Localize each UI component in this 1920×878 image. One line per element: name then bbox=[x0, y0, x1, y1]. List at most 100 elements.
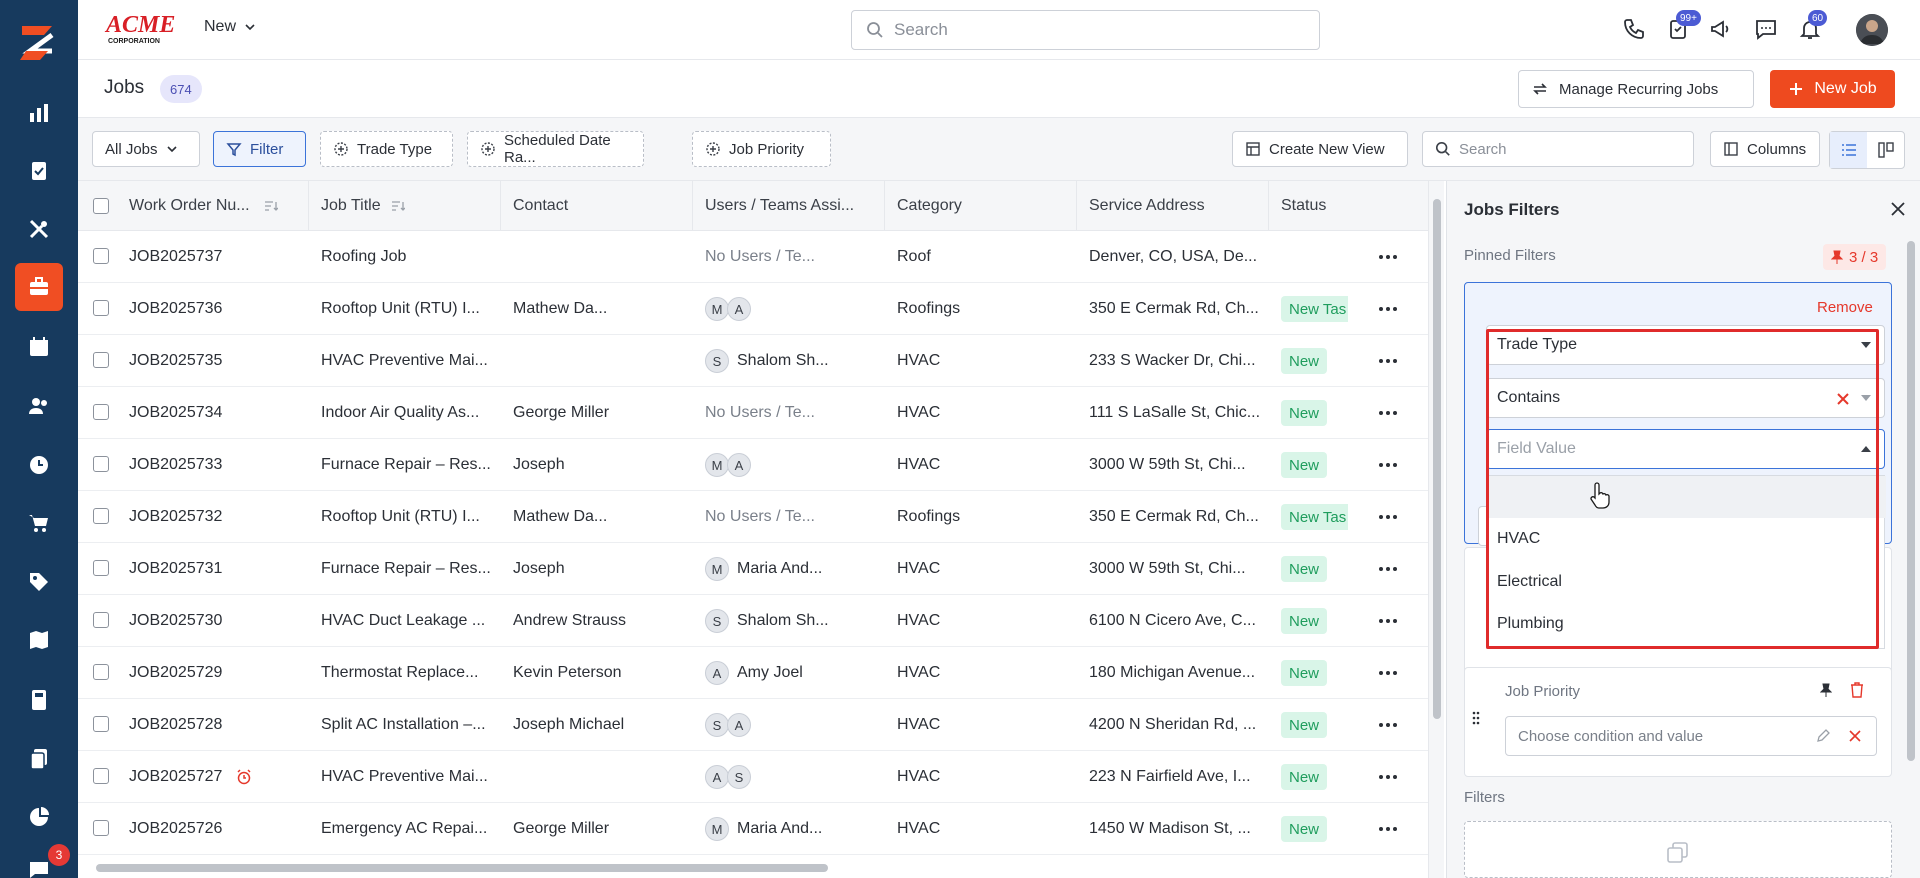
edit-icon[interactable] bbox=[1816, 729, 1830, 743]
work-order-cell[interactable]: JOB2025727 bbox=[129, 751, 309, 803]
job-title-cell[interactable]: Split AC Installation –... bbox=[321, 699, 499, 751]
remove-filter-link[interactable]: Remove bbox=[1817, 299, 1873, 316]
row-checkbox[interactable] bbox=[93, 456, 109, 472]
job-title-cell[interactable]: HVAC Duct Leakage ... bbox=[321, 595, 499, 647]
column-header-status[interactable]: Status bbox=[1269, 181, 1428, 231]
option-electrical[interactable]: Electrical bbox=[1487, 561, 1886, 603]
work-order-cell[interactable]: JOB2025726 bbox=[129, 803, 309, 855]
row-checkbox[interactable] bbox=[93, 248, 109, 264]
user-avatar[interactable] bbox=[1856, 14, 1888, 46]
more-actions-icon[interactable] bbox=[1376, 765, 1400, 789]
option-hvac[interactable]: HVAC bbox=[1487, 518, 1886, 560]
work-order-cell[interactable]: JOB2025732 bbox=[129, 491, 309, 543]
more-actions-icon[interactable] bbox=[1376, 713, 1400, 737]
filter-condition-select[interactable]: Contains bbox=[1486, 378, 1885, 418]
messages-icon[interactable] bbox=[1752, 15, 1780, 43]
column-header-job-title[interactable]: Job Title bbox=[309, 181, 501, 231]
sidebar-item-map[interactable] bbox=[15, 616, 63, 664]
more-actions-icon[interactable] bbox=[1376, 245, 1400, 269]
table-row[interactable]: JOB2025730 HVAC Duct Leakage ... Andrew St… bbox=[78, 595, 1428, 647]
column-header-contact[interactable]: Contact bbox=[501, 181, 693, 231]
global-search-input[interactable]: Search bbox=[851, 10, 1320, 50]
work-order-cell[interactable]: JOB2025729 bbox=[129, 647, 309, 699]
scrollbar-thumb[interactable] bbox=[1433, 199, 1441, 719]
column-header-users[interactable]: Users / Teams Assi... bbox=[693, 181, 885, 231]
board-view-icon[interactable] bbox=[1867, 132, 1904, 168]
sidebar-item-timesheets[interactable] bbox=[15, 441, 63, 489]
column-header-work-order[interactable]: Work Order Nu... bbox=[117, 181, 309, 231]
sidebar-item-estimates[interactable] bbox=[15, 676, 63, 724]
jobs-search-input[interactable]: Search bbox=[1422, 131, 1694, 167]
row-checkbox[interactable] bbox=[93, 768, 109, 784]
job-priority-condition-input[interactable]: Choose condition and value bbox=[1505, 716, 1877, 756]
work-order-cell[interactable]: JOB2025733 bbox=[129, 439, 309, 491]
table-horizontal-scrollbar[interactable] bbox=[96, 864, 828, 872]
sort-icon[interactable] bbox=[391, 200, 405, 212]
table-row[interactable]: JOB2025734 Indoor Air Quality As... George… bbox=[78, 387, 1428, 439]
row-checkbox[interactable] bbox=[93, 716, 109, 732]
sidebar-item-analytics[interactable] bbox=[15, 89, 63, 137]
scheduled-date-filter-chip[interactable]: Scheduled Date Ra... bbox=[467, 131, 644, 167]
job-title-cell[interactable]: Indoor Air Quality As... bbox=[321, 387, 499, 439]
job-title-cell[interactable]: Roofing Job bbox=[321, 231, 499, 283]
sidebar-item-store[interactable] bbox=[15, 499, 63, 547]
more-actions-icon[interactable] bbox=[1376, 505, 1400, 529]
option-empty[interactable] bbox=[1487, 476, 1886, 518]
more-actions-icon[interactable] bbox=[1376, 609, 1400, 633]
job-title-cell[interactable]: Rooftop Unit (RTU) I... bbox=[321, 283, 499, 335]
sidebar-item-reports[interactable] bbox=[15, 793, 63, 841]
job-priority-filter-chip[interactable]: Job Priority bbox=[692, 131, 831, 167]
more-actions-icon[interactable] bbox=[1376, 401, 1400, 425]
table-row[interactable]: JOB2025735 HVAC Preventive Mai... S Shalom … bbox=[78, 335, 1428, 387]
sidebar-item-calendar[interactable] bbox=[15, 323, 63, 371]
filter-field-select[interactable]: Trade Type bbox=[1486, 325, 1885, 365]
row-checkbox[interactable] bbox=[93, 560, 109, 576]
drag-handle-icon[interactable] bbox=[1471, 710, 1481, 726]
sidebar-item-documents[interactable] bbox=[15, 735, 63, 783]
megaphone-icon[interactable] bbox=[1707, 15, 1735, 43]
pin-icon[interactable] bbox=[1820, 683, 1832, 697]
table-row[interactable]: JOB2025726 Emergency AC Repai... George Mi… bbox=[78, 803, 1428, 855]
clear-icon[interactable] bbox=[1848, 729, 1862, 743]
filter-value-select[interactable]: Field Value bbox=[1486, 429, 1885, 469]
all-jobs-dropdown[interactable]: All Jobs bbox=[92, 131, 200, 167]
table-row[interactable]: JOB2025728 Split AC Installation –... Jose… bbox=[78, 699, 1428, 751]
sidebar-item-tasks[interactable] bbox=[15, 147, 63, 195]
job-title-cell[interactable]: HVAC Preventive Mai... bbox=[321, 335, 499, 387]
table-row[interactable]: JOB2025736 Rooftop Unit (RTU) I... Mathew … bbox=[78, 283, 1428, 335]
new-menu[interactable]: New bbox=[204, 18, 256, 36]
row-checkbox[interactable] bbox=[93, 404, 109, 420]
sidebar-item-customers[interactable] bbox=[15, 382, 63, 430]
more-actions-icon[interactable] bbox=[1376, 661, 1400, 685]
table-row[interactable]: JOB2025732 Rooftop Unit (RTU) I... Mathew … bbox=[78, 491, 1428, 543]
columns-button[interactable]: Columns bbox=[1710, 131, 1820, 167]
row-checkbox[interactable] bbox=[93, 300, 109, 316]
table-row[interactable]: JOB2025727 HVAC Preventive Mai... A S HVAC 22… bbox=[78, 751, 1428, 803]
app-logo[interactable] bbox=[16, 20, 62, 66]
filter-button[interactable]: Filter bbox=[213, 131, 306, 167]
table-row[interactable]: JOB2025733 Furnace Repair – Res... Joseph M… bbox=[78, 439, 1428, 491]
filters-drop-zone[interactable] bbox=[1464, 821, 1892, 878]
table-vertical-scrollbar[interactable] bbox=[1428, 181, 1444, 878]
row-checkbox[interactable] bbox=[93, 508, 109, 524]
row-checkbox[interactable] bbox=[93, 352, 109, 368]
work-order-cell[interactable]: JOB2025737 bbox=[129, 231, 309, 283]
row-checkbox[interactable] bbox=[93, 612, 109, 628]
brand-logo[interactable]: ACME CORPORATION bbox=[104, 10, 180, 46]
row-checkbox[interactable] bbox=[93, 664, 109, 680]
select-all-checkbox[interactable] bbox=[93, 198, 109, 214]
trash-icon[interactable] bbox=[1850, 682, 1864, 698]
new-job-button[interactable]: New Job bbox=[1770, 70, 1895, 108]
sidebar-item-jobs[interactable] bbox=[15, 263, 63, 311]
work-order-cell[interactable]: JOB2025730 bbox=[129, 595, 309, 647]
phone-icon[interactable] bbox=[1620, 15, 1648, 43]
close-icon[interactable] bbox=[1889, 200, 1907, 218]
option-plumbing[interactable]: Plumbing bbox=[1487, 603, 1886, 645]
job-title-cell[interactable]: Furnace Repair – Res... bbox=[321, 543, 499, 595]
job-title-cell[interactable]: Rooftop Unit (RTU) I... bbox=[321, 491, 499, 543]
more-actions-icon[interactable] bbox=[1376, 817, 1400, 841]
more-actions-icon[interactable] bbox=[1376, 453, 1400, 477]
create-new-view-button[interactable]: Create New View bbox=[1232, 131, 1408, 167]
table-row[interactable]: JOB2025731 Furnace Repair – Res... Joseph M… bbox=[78, 543, 1428, 595]
panel-scrollbar[interactable] bbox=[1907, 241, 1915, 761]
